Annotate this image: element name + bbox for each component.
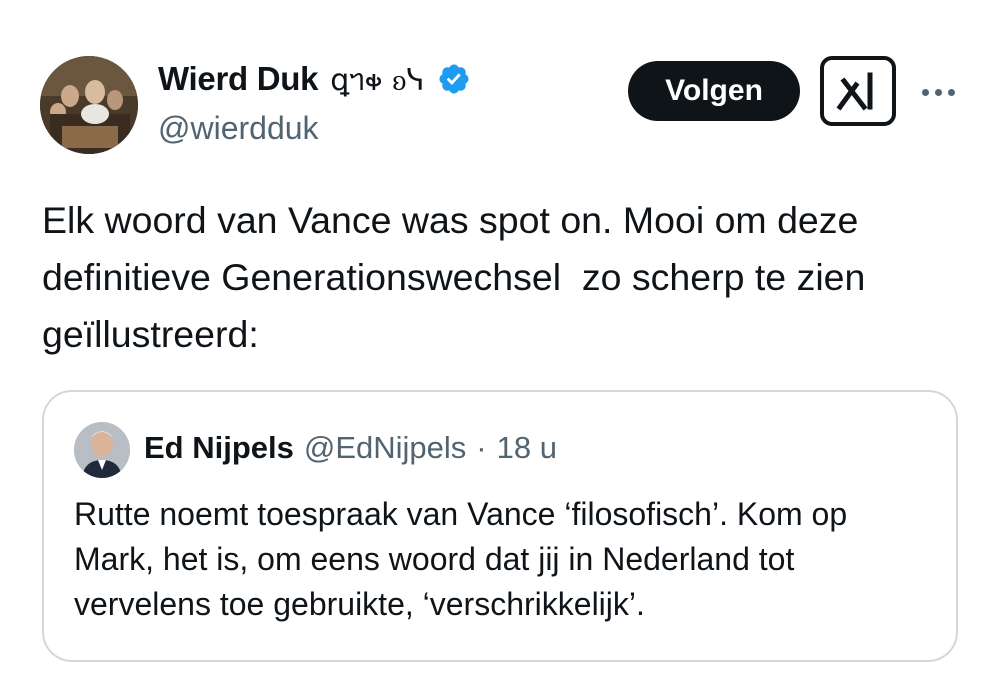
author-display-name[interactable]: Wierd Duk	[158, 60, 319, 98]
verified-badge-icon	[439, 64, 469, 94]
quote-text: Rutte noemt toespraak van Vance ‘filosof…	[74, 496, 848, 622]
quote-separator: ·	[476, 430, 487, 465]
quote-author-avatar[interactable]	[74, 422, 130, 478]
grok-button[interactable]	[820, 56, 896, 126]
quote-author-name[interactable]: Ed Nijpels	[144, 430, 294, 466]
author-name-row: Wierd Duk ꝗᥐ𐑉 ᦈᓭ	[158, 58, 471, 100]
author-avatar[interactable]	[40, 56, 138, 154]
tweet: Wierd Duk ꝗᥐ𐑉 ᦈᓭ @wierdduk Volgen Elk wo…	[0, 0, 1000, 698]
quote-timestamp[interactable]: 18 u	[497, 430, 557, 466]
author-name-glyphs: ꝗᥐ𐑉 ᦈᓭ	[330, 63, 425, 98]
quoted-tweet[interactable]: Ed Nijpels @EdNijpels · 18 u Rutte noemt…	[42, 390, 958, 662]
author-handle[interactable]: @wierdduk	[158, 110, 319, 147]
tweet-text: Elk woord van Vance was spot on. Mooi om…	[42, 199, 866, 355]
grok-icon	[836, 72, 873, 111]
quote-header: Ed Nijpels @EdNijpels · 18 u	[144, 430, 557, 466]
quote-author-handle[interactable]: @EdNijpels	[304, 430, 466, 466]
more-icon[interactable]	[916, 78, 960, 106]
follow-button[interactable]: Volgen	[628, 61, 800, 121]
